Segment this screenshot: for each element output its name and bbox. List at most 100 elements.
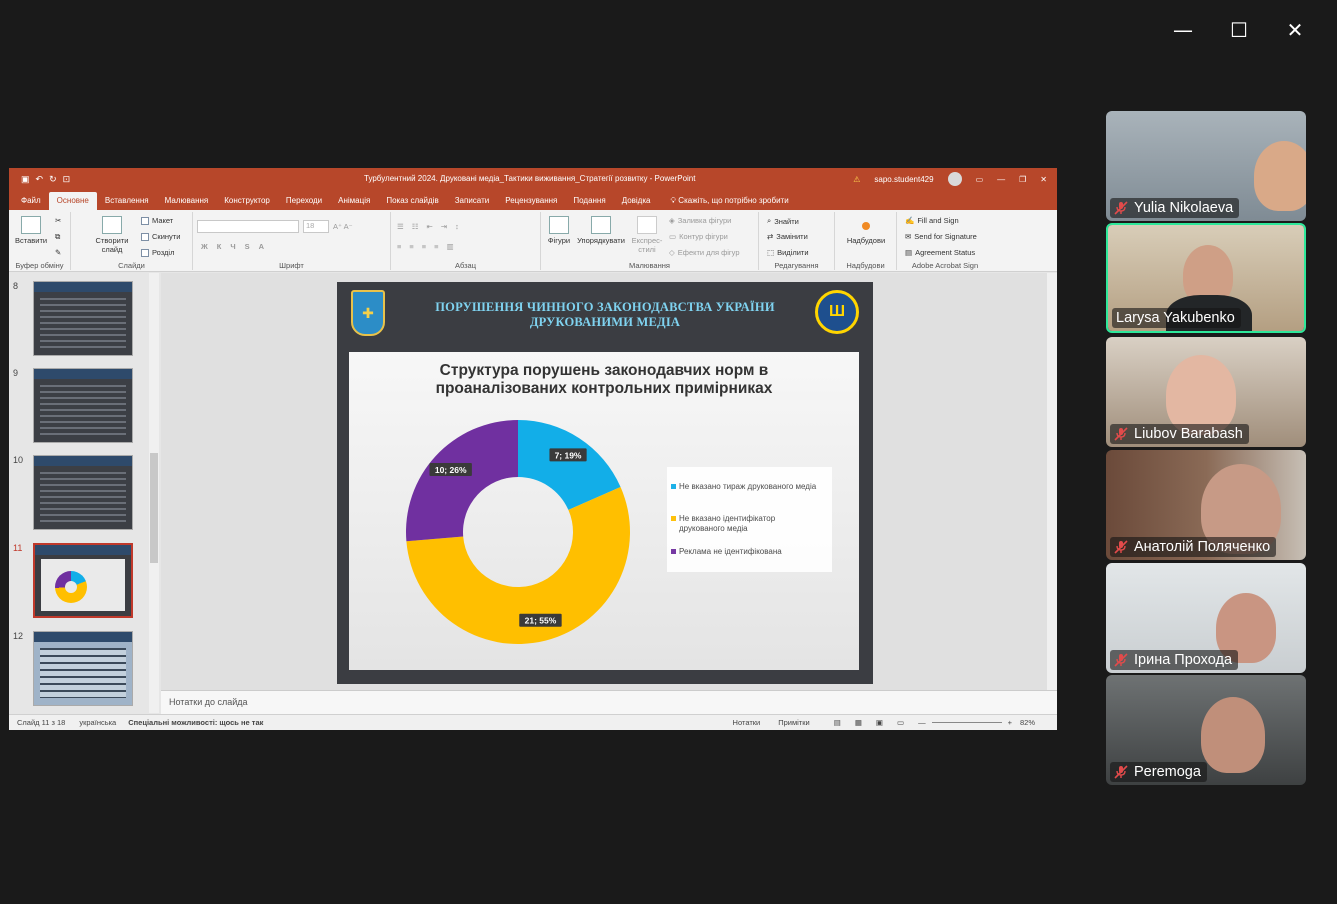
- shape-fill-button[interactable]: ◈ Заливка фігури: [669, 216, 731, 225]
- font-color-button[interactable]: A: [259, 242, 264, 251]
- account-name[interactable]: sapo.student429: [874, 175, 933, 184]
- zoom-level[interactable]: 82%: [1020, 718, 1035, 727]
- tab-slideshow[interactable]: Показ слайдів: [378, 192, 446, 210]
- data-label-text: 10; 26%: [435, 465, 467, 475]
- participant-video: [1201, 697, 1265, 773]
- bullets-icon[interactable]: ☰: [397, 222, 404, 231]
- comments-toggle[interactable]: Примітки: [778, 718, 809, 727]
- align-right-icon[interactable]: ≡: [422, 242, 426, 251]
- restore-app-icon[interactable]: ❐: [1019, 175, 1026, 184]
- zoom-out-icon[interactable]: —: [918, 718, 926, 727]
- avatar[interactable]: [947, 172, 962, 186]
- legend-item: Не вказано тираж друкованого медіа: [671, 482, 816, 492]
- tab-help[interactable]: Довідка: [614, 192, 659, 210]
- editor-scrollbar[interactable]: [1047, 273, 1057, 690]
- tab-insert[interactable]: Вставлення: [97, 192, 157, 210]
- grow-font-icon[interactable]: A⁺ A⁻: [333, 222, 353, 231]
- participant-tile[interactable]: Ірина Прохода: [1106, 563, 1306, 673]
- font-size-select[interactable]: 18: [303, 220, 329, 233]
- current-slide[interactable]: ✚ ПОРУШЕННЯ ЧИННОГО ЗАКОНОДАВСТВА УКРАЇН…: [337, 282, 873, 684]
- close-icon[interactable]: ✕: [1267, 14, 1323, 46]
- group-label: Буфер обміну: [15, 261, 64, 270]
- new-slide-button[interactable]: Створити слайд: [91, 216, 133, 254]
- participant-name: Larysa Yakubenko: [1116, 310, 1235, 326]
- paste-button[interactable]: Вставити: [15, 216, 47, 245]
- save-icon[interactable]: ▣: [21, 174, 30, 185]
- indent-icon[interactable]: ⇤: [426, 222, 432, 231]
- line-spacing-icon[interactable]: ↕: [455, 222, 459, 231]
- maximize-icon[interactable]: ☐: [1211, 14, 1267, 46]
- tab-review[interactable]: Рецензування: [497, 192, 565, 210]
- zoom-in-icon[interactable]: +: [1008, 718, 1012, 727]
- shapes-button[interactable]: Фігури: [545, 216, 573, 245]
- replace-icon: ⇄: [767, 232, 774, 241]
- tab-view[interactable]: Подання: [565, 192, 613, 210]
- normal-view-icon[interactable]: ▤: [834, 718, 841, 727]
- outline-icon: ▭: [669, 232, 677, 241]
- nameplate: Peremoga: [1110, 762, 1207, 782]
- agreement-status-button[interactable]: ▤ Agreement Status: [905, 248, 975, 257]
- columns-icon[interactable]: ▥: [447, 242, 454, 251]
- fill-and-sign-button[interactable]: ✍ Fill and Sign: [905, 216, 959, 225]
- group-label: Надбудови: [846, 261, 885, 270]
- zoom-slider[interactable]: [931, 722, 1002, 723]
- send-for-signature-button[interactable]: ✉ Send for Signature: [905, 232, 977, 241]
- warning-icon[interactable]: ⚠: [853, 175, 860, 184]
- thumbnails-scrollbar[interactable]: [149, 273, 159, 713]
- participant-tile[interactable]: Peremoga: [1106, 675, 1306, 785]
- notes-toggle[interactable]: Нотатки: [733, 718, 761, 727]
- bold-button[interactable]: Ж: [201, 242, 208, 251]
- minimize-icon[interactable]: —: [1155, 14, 1211, 46]
- reset-button[interactable]: Скинути: [141, 232, 180, 241]
- tab-home[interactable]: Основне: [48, 192, 97, 210]
- notes-pane[interactable]: Нотатки до слайда: [161, 690, 1057, 714]
- participant-tile[interactable]: Yulia Nikolaeva: [1106, 111, 1306, 221]
- font-family-select[interactable]: [197, 220, 299, 233]
- select-button[interactable]: ⬚ Виділити: [767, 248, 809, 257]
- shape-outline-button[interactable]: ▭ Контур фігури: [669, 232, 728, 241]
- reading-view-icon[interactable]: ▣: [876, 718, 883, 727]
- tab-animations[interactable]: Анімація: [330, 192, 378, 210]
- tell-me-search[interactable]: 💡︎ Скажіть, що потрібно зробити: [658, 192, 796, 210]
- present-icon[interactable]: ⊡: [63, 174, 71, 185]
- arrange-button[interactable]: Упорядкувати: [575, 216, 627, 245]
- underline-button[interactable]: Ч: [230, 242, 235, 251]
- minimize-app-icon[interactable]: —: [997, 175, 1005, 184]
- ribbon-display-icon[interactable]: ▭: [976, 175, 984, 184]
- tab-file[interactable]: Файл: [13, 192, 49, 210]
- accessibility-status[interactable]: Спеціальні можливості: щось не так: [128, 718, 263, 727]
- close-app-icon[interactable]: ✕: [1040, 175, 1047, 184]
- paste-icon: [21, 216, 42, 234]
- align-center-icon[interactable]: ≡: [409, 242, 413, 251]
- language-indicator[interactable]: українська: [79, 718, 116, 727]
- copy-icon[interactable]: ⧉: [55, 232, 60, 242]
- strikethrough-button[interactable]: S: [245, 242, 250, 251]
- format-painter-icon[interactable]: ✎: [55, 248, 61, 257]
- align-left-icon[interactable]: ≡: [397, 242, 401, 251]
- section-button[interactable]: Розділ: [141, 248, 174, 257]
- redo-icon[interactable]: ↻: [49, 174, 57, 185]
- group-label: Слайди: [118, 261, 145, 270]
- layout-button[interactable]: Макет: [141, 216, 173, 225]
- participant-tile[interactable]: Liubov Barabash: [1106, 337, 1306, 447]
- undo-icon[interactable]: ↶: [36, 174, 44, 185]
- thumbnail-number: 10: [13, 455, 24, 465]
- sorter-view-icon[interactable]: ▦: [855, 718, 862, 727]
- participant-tile[interactable]: Анатолій Поляченко: [1106, 450, 1306, 560]
- addins-button[interactable]: Надбудови: [841, 218, 891, 245]
- justify-icon[interactable]: ≡: [434, 242, 438, 251]
- participant-tile[interactable]: Larysa Yakubenko: [1106, 223, 1306, 333]
- tab-design[interactable]: Конструктор: [216, 192, 278, 210]
- numbering-icon[interactable]: ☷: [412, 222, 419, 231]
- shape-effects-button[interactable]: ◇ Ефекти для фігур: [669, 248, 740, 257]
- slideshow-view-icon[interactable]: ▭: [897, 718, 904, 727]
- cut-icon[interactable]: ✂: [55, 216, 61, 225]
- quick-styles-button[interactable]: Експрес-стилі: [629, 216, 665, 254]
- tab-draw[interactable]: Малювання: [157, 192, 217, 210]
- outdent-icon[interactable]: ⇥: [441, 222, 447, 231]
- replace-button[interactable]: ⇄ Замінити: [767, 232, 808, 241]
- tab-transitions[interactable]: Переходи: [278, 192, 330, 210]
- find-button[interactable]: ⌕ Знайти: [767, 216, 799, 226]
- tab-record[interactable]: Записати: [447, 192, 498, 210]
- italic-button[interactable]: К: [217, 242, 222, 251]
